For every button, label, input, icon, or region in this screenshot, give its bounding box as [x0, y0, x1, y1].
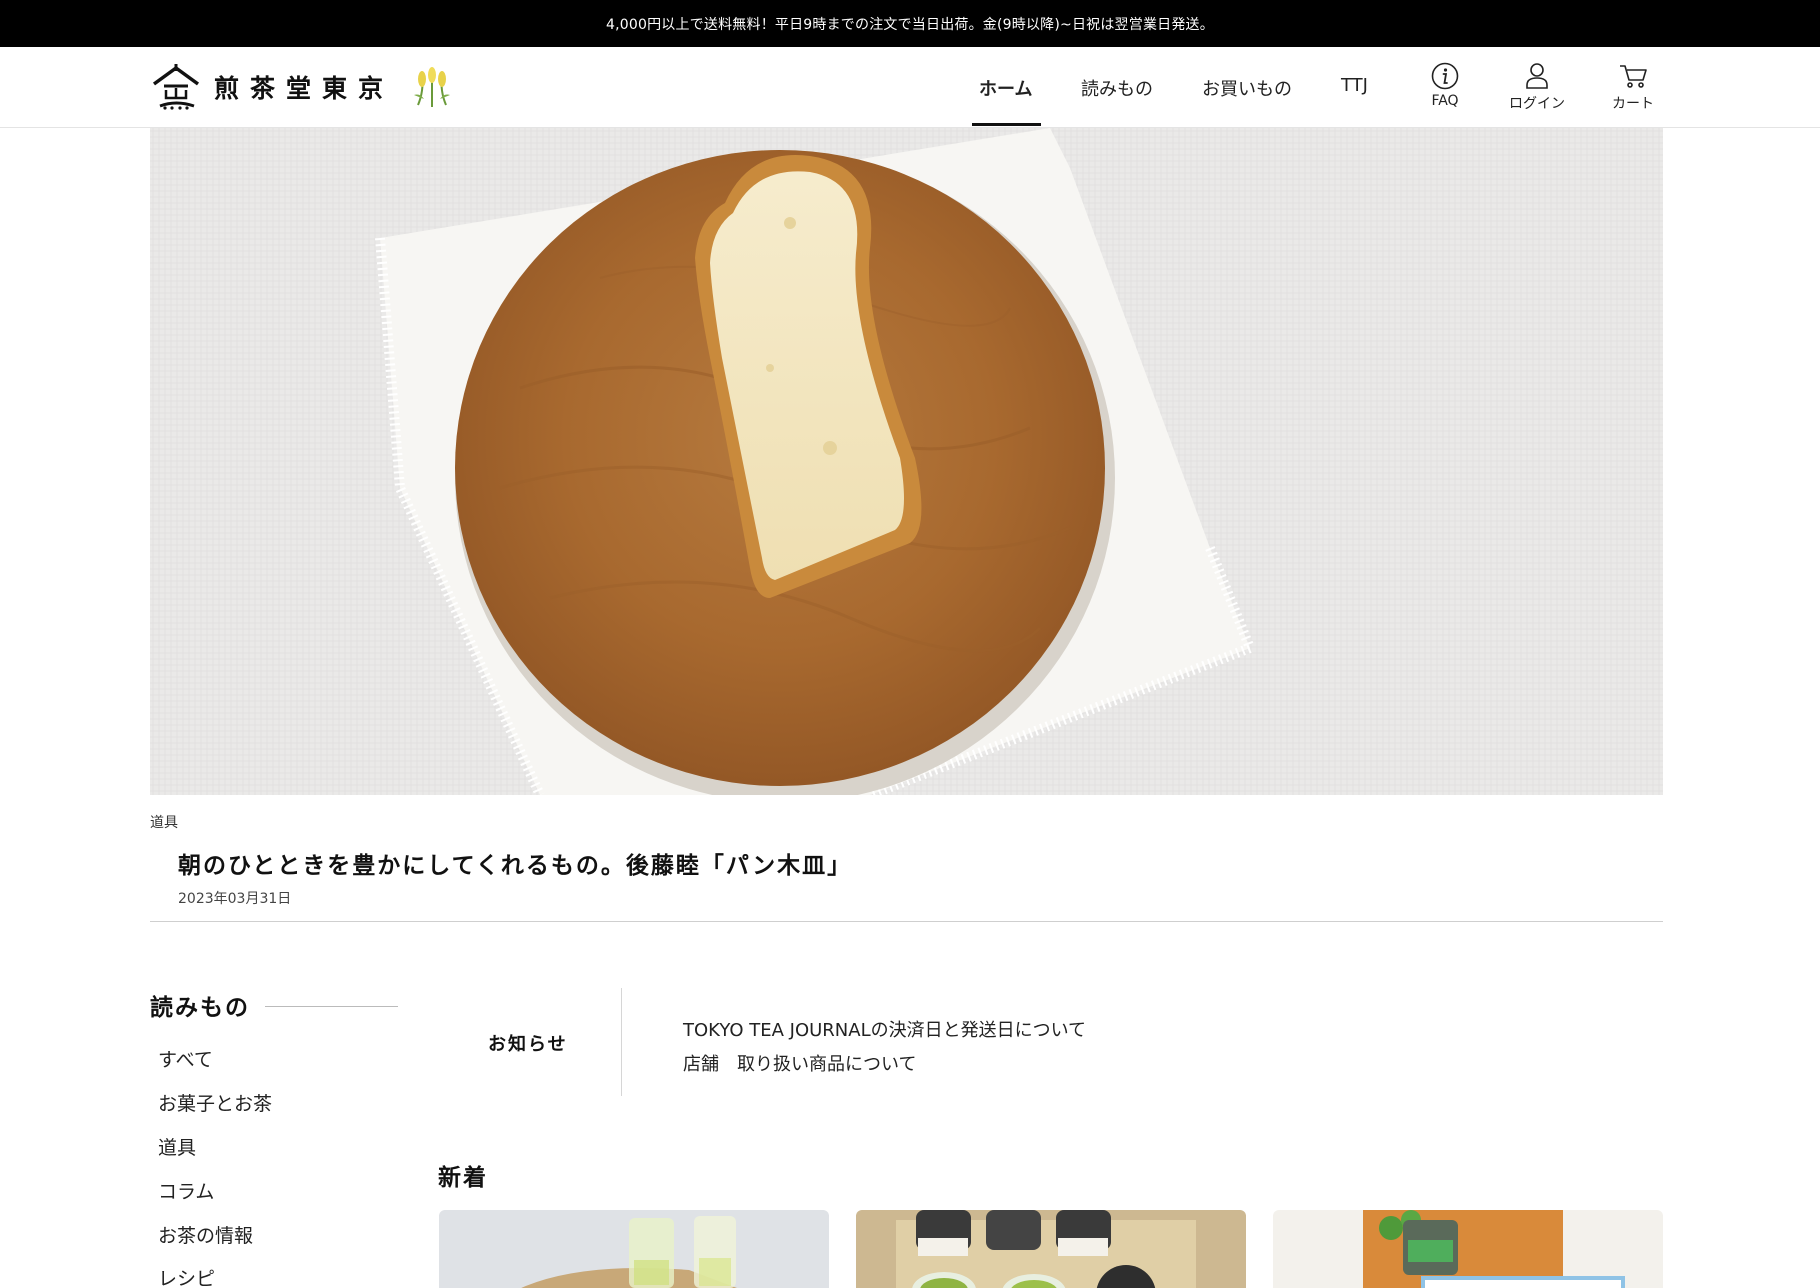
tea-house-logo-icon — [152, 64, 200, 110]
nav-item-home[interactable]: ホーム — [979, 75, 1032, 101]
login-label: ログイン — [1509, 96, 1565, 112]
article-date: 2023年03月31日 — [178, 891, 292, 907]
brand-logo[interactable]: 煎茶堂東京 — [150, 59, 454, 115]
hero-image[interactable] — [150, 128, 1663, 795]
announcement-text: 4,000円以上で送料無料！平日9時までの注文で当日出荷。金(9時以降)~日祝は… — [606, 16, 1214, 33]
article-title[interactable]: 朝のひとときを豊かにしてくれるもの。後藤睦「パン木皿」 — [178, 846, 852, 880]
tea-flower-icon — [414, 67, 451, 108]
tea-tasting-photo — [856, 1210, 1246, 1288]
sidebar-item-sweets-and-tea[interactable]: お菓子とお茶 — [158, 1089, 272, 1116]
sidebar-item-recipes[interactable]: レシピ — [158, 1264, 215, 1288]
reading-sidebar: 読みもの すべて お菓子とお茶 道具 コラム お茶の情報 レシピ — [150, 988, 400, 1288]
notice-link-journal[interactable]: TOKYO TEA JOURNALの決済日と発送日について — [683, 1016, 1086, 1042]
bread-on-wooden-plate-photo — [150, 128, 1663, 795]
divider — [150, 921, 1663, 922]
sidebar-heading-rule — [265, 1006, 398, 1007]
site-header: 煎茶堂東京 ホーム 読みもの お買いもの TTJ FAQ ログイン カート — [0, 47, 1820, 128]
sidebar-item-all[interactable]: すべて — [158, 1045, 213, 1072]
brand-name: 煎茶堂東京 — [214, 74, 395, 103]
faq-link[interactable]: FAQ — [1430, 61, 1460, 109]
notice-divider — [621, 988, 622, 1096]
sidebar-item-column[interactable]: コラム — [158, 1177, 214, 1204]
announcement-bar: 4,000円以上で送料無料！平日9時までの注文で当日出荷。金(9時以降)~日祝は… — [0, 0, 1820, 47]
user-icon — [1526, 63, 1548, 89]
article-card[interactable] — [856, 1210, 1246, 1288]
cart-link[interactable]: カート — [1612, 61, 1654, 113]
notice-section: お知らせ TOKYO TEA JOURNALの決済日と発送日について 店舗 取り… — [438, 988, 1663, 1096]
article-card[interactable] — [1273, 1210, 1663, 1288]
glasses-on-tray-photo — [439, 1210, 829, 1288]
featured-article: 道具 朝のひとときを豊かにしてくれるもの。後藤睦「パン木皿」 2023年03月3… — [150, 812, 1663, 907]
cart-icon — [1620, 65, 1647, 88]
nav-item-shopping[interactable]: お買いもの — [1202, 75, 1292, 101]
info-icon — [1431, 62, 1459, 90]
new-articles-heading: 新着 — [438, 1165, 488, 1191]
sidebar-item-tea-info[interactable]: お茶の情報 — [158, 1221, 253, 1248]
sidebar-item-tools[interactable]: 道具 — [158, 1133, 196, 1160]
illustrated-tea-can-photo — [1273, 1210, 1663, 1288]
cart-label: カート — [1612, 96, 1654, 112]
article-category[interactable]: 道具 — [150, 815, 178, 831]
nav-item-reading[interactable]: 読みもの — [1081, 75, 1153, 101]
faq-label: FAQ — [1431, 93, 1459, 109]
notice-label: お知らせ — [488, 1034, 568, 1055]
nav-active-indicator — [972, 123, 1041, 126]
nav-item-ttj[interactable]: TTJ — [1341, 75, 1368, 96]
notice-link-store-items[interactable]: 店舗 取り扱い商品について — [683, 1050, 916, 1076]
article-card[interactable] — [439, 1210, 829, 1288]
login-link[interactable]: ログイン — [1509, 61, 1565, 113]
sidebar-heading: 読みもの — [150, 995, 250, 1021]
